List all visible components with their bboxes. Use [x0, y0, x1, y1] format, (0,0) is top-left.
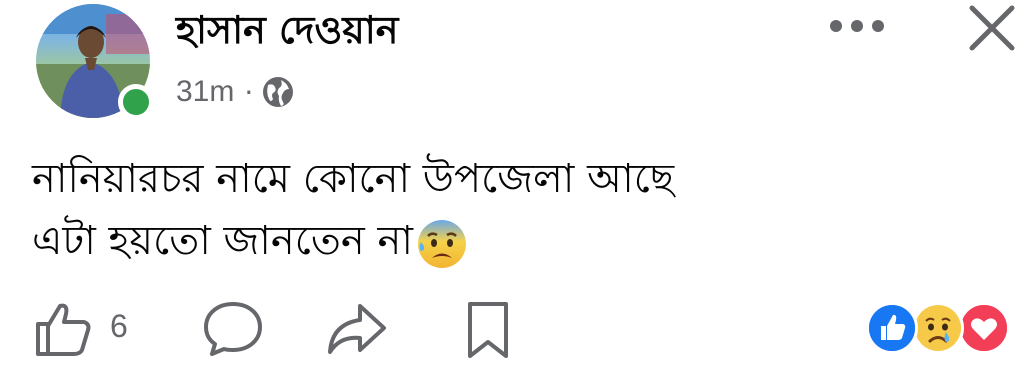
comment-bubble-icon [204, 302, 262, 356]
more-options-button[interactable] [826, 8, 888, 44]
like-count[interactable]: 6 [110, 308, 128, 345]
anxious-sweat-face-emoji-icon [415, 216, 469, 270]
like-reaction-icon [866, 302, 918, 354]
post-text-line: নানিয়ারচর নামে কোনো উপজেলা আছে [32, 156, 675, 202]
post-meta: 31m · [176, 72, 295, 112]
sad-reaction-icon [912, 302, 964, 354]
meta-separator: · [244, 75, 254, 109]
more-options-icon-dot [872, 20, 884, 32]
save-button[interactable] [462, 300, 514, 360]
post-time[interactable]: 31m [176, 75, 234, 109]
comment-button[interactable] [202, 300, 264, 358]
globe-icon[interactable] [261, 75, 295, 109]
share-arrow-icon [328, 304, 386, 354]
more-options-icon-dot [851, 20, 863, 32]
like-button[interactable] [34, 300, 94, 358]
thumbs-up-outline-icon [36, 303, 91, 356]
author-avatar[interactable] [36, 4, 154, 122]
close-icon [969, 5, 1015, 51]
post-message: নানিয়ারচর নামে কোনো উপজেলা আছে এটা হয়ত… [32, 148, 992, 272]
post-text-line-2: এটা হয়তো জানতেন না [32, 218, 413, 264]
post-text-line: এটা হয়তো জানতেন না [32, 210, 992, 272]
share-button[interactable] [326, 300, 388, 358]
online-status-indicator [118, 84, 154, 120]
love-reaction-icon [958, 302, 1010, 354]
reactions-summary[interactable] [866, 302, 1014, 356]
close-button[interactable] [966, 2, 1018, 54]
bookmark-icon [468, 302, 508, 358]
author-name[interactable]: হাসান দেওয়ান [176, 4, 398, 56]
more-options-icon [830, 20, 842, 32]
